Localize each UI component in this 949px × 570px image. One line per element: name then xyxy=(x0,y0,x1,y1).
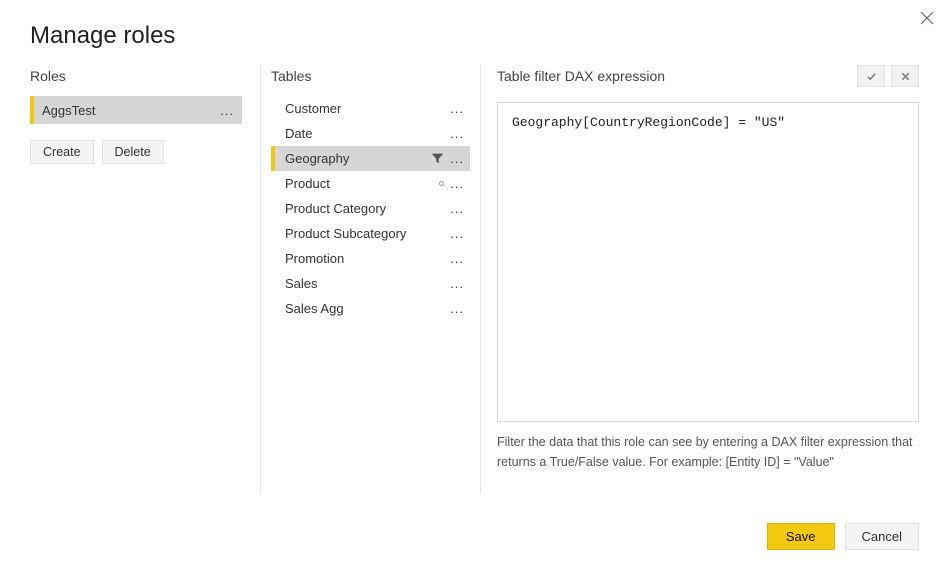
cancel-expression-button[interactable] xyxy=(891,65,919,87)
roles-list: AggsTest... xyxy=(30,96,242,124)
info-dot-icon xyxy=(439,181,444,186)
table-item-right: ... xyxy=(439,176,466,191)
create-role-button[interactable]: Create xyxy=(30,140,94,164)
table-item-label: Product Subcategory xyxy=(285,226,406,241)
table-item-label: Geography xyxy=(285,151,349,166)
table-menu-button[interactable]: ... xyxy=(448,276,466,291)
table-item[interactable]: Product... xyxy=(271,171,470,196)
tables-header: Tables xyxy=(271,64,470,88)
table-item[interactable]: Product Category... xyxy=(271,196,470,221)
table-item[interactable]: Date... xyxy=(271,121,470,146)
table-item-label: Product Category xyxy=(285,201,386,216)
table-item-label: Sales Agg xyxy=(285,301,344,316)
table-menu-button[interactable]: ... xyxy=(448,301,466,316)
roles-actions: Create Delete xyxy=(30,140,242,164)
expression-help-text: Filter the data that this role can see b… xyxy=(497,432,919,472)
save-button[interactable]: Save xyxy=(767,523,835,550)
table-item[interactable]: Customer... xyxy=(271,96,470,121)
table-item-label: Sales xyxy=(285,276,318,291)
delete-role-button[interactable]: Delete xyxy=(102,140,164,164)
confirm-expression-button[interactable] xyxy=(857,65,885,87)
table-item[interactable]: Promotion... xyxy=(271,246,470,271)
table-menu-button[interactable]: ... xyxy=(448,151,466,166)
table-item-right: ... xyxy=(448,126,466,141)
columns-container: Roles AggsTest... Create Delete Tables C… xyxy=(30,64,919,494)
table-menu-button[interactable]: ... xyxy=(448,226,466,241)
table-item-label: Date xyxy=(285,126,312,141)
table-item[interactable]: Geography... xyxy=(271,146,470,171)
table-item[interactable]: Sales Agg... xyxy=(271,296,470,321)
table-item-label: Product xyxy=(285,176,330,191)
table-menu-button[interactable]: ... xyxy=(448,126,466,141)
cancel-button[interactable]: Cancel xyxy=(845,523,919,550)
filter-icon xyxy=(431,152,444,165)
table-menu-button[interactable]: ... xyxy=(448,101,466,116)
table-item[interactable]: Product Subcategory... xyxy=(271,221,470,246)
manage-roles-dialog: Manage roles Roles AggsTest... Create De… xyxy=(0,0,949,570)
role-menu-button[interactable]: ... xyxy=(218,103,236,118)
expression-toolbar xyxy=(857,65,919,87)
tables-column: Tables Customer...Date...Geography...Pro… xyxy=(260,64,480,494)
expression-header: Table filter DAX expression xyxy=(497,68,665,84)
table-item-label: Customer xyxy=(285,101,341,116)
table-menu-button[interactable]: ... xyxy=(448,251,466,266)
table-item-right: ... xyxy=(448,226,466,241)
role-item-label: AggsTest xyxy=(42,103,95,118)
tables-list: Customer...Date...Geography...Product...… xyxy=(271,96,470,321)
dax-expression-input[interactable]: Geography[CountryRegionCode] = "US" xyxy=(497,102,919,422)
expression-header-row: Table filter DAX expression xyxy=(497,64,919,88)
table-item-label: Promotion xyxy=(285,251,344,266)
expression-column: Table filter DAX expression Geography[Co… xyxy=(480,64,919,494)
table-menu-button[interactable]: ... xyxy=(448,176,466,191)
table-item-right: ... xyxy=(448,251,466,266)
table-item-right: ... xyxy=(431,151,466,166)
dialog-footer: Save Cancel xyxy=(767,523,919,550)
table-item-right: ... xyxy=(448,101,466,116)
table-item-right: ... xyxy=(448,301,466,316)
roles-column: Roles AggsTest... Create Delete xyxy=(30,64,260,494)
roles-header: Roles xyxy=(30,64,242,88)
role-item[interactable]: AggsTest... xyxy=(30,96,242,124)
table-item[interactable]: Sales... xyxy=(271,271,470,296)
table-item-right: ... xyxy=(448,276,466,291)
close-button[interactable] xyxy=(919,10,935,26)
table-item-right: ... xyxy=(448,201,466,216)
dialog-title: Manage roles xyxy=(30,0,919,54)
table-menu-button[interactable]: ... xyxy=(448,201,466,216)
